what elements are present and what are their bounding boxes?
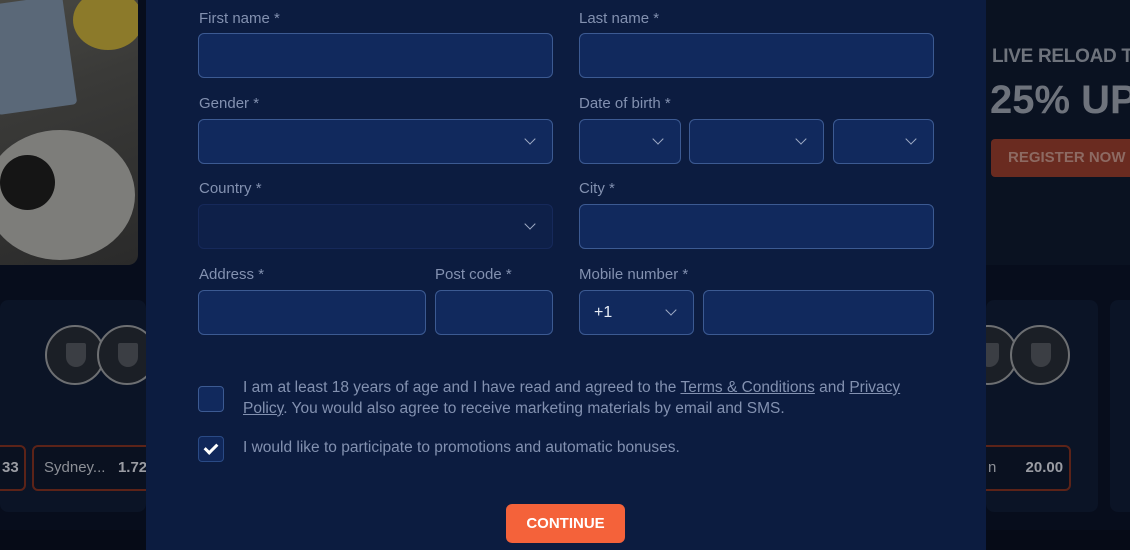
promo-panel (986, 0, 1130, 265)
country-select[interactable] (198, 204, 553, 249)
chevron-down-icon (652, 133, 664, 145)
post-code-input[interactable] (435, 290, 553, 335)
age-terms-checkbox[interactable] (198, 386, 224, 412)
city-label: City * (579, 180, 615, 197)
checkmark-icon (203, 440, 219, 455)
team-badge-icon (45, 325, 105, 385)
mobile-number-input[interactable] (703, 290, 934, 335)
post-code-label: Post code * (435, 266, 512, 283)
city-input[interactable] (579, 204, 934, 249)
chevron-down-icon (795, 133, 807, 145)
registration-modal: First name * Last name * Gender * Date o… (146, 0, 986, 550)
promotions-text: I would like to participate to promotion… (243, 439, 680, 456)
soccer-ball-patch (0, 155, 55, 210)
coin-graphic (73, 0, 138, 50)
chevron-down-icon (524, 133, 536, 145)
odds-button[interactable]: 33 (0, 445, 26, 491)
gender-label: Gender * (199, 95, 260, 112)
dob-month-select[interactable] (689, 119, 824, 164)
hero-image (0, 0, 138, 265)
chevron-down-icon (665, 304, 677, 316)
ticket-graphic (0, 0, 78, 116)
chevron-down-icon (524, 218, 536, 230)
register-now-button[interactable]: REGISTER NOW (991, 139, 1130, 177)
chevron-down-icon (905, 133, 917, 145)
dob-year-select[interactable] (833, 119, 934, 164)
mobile-number-label: Mobile number * (579, 266, 689, 283)
odds-button[interactable]: Sydney... 1.72 (32, 445, 152, 491)
first-name-input[interactable] (198, 33, 553, 78)
promotions-checkbox[interactable] (198, 436, 224, 462)
match-card-far-right (1110, 300, 1130, 512)
address-input[interactable] (198, 290, 426, 335)
dob-day-select[interactable] (579, 119, 681, 164)
odds-button[interactable]: n 20.00 (978, 445, 1071, 491)
team-badge-icon (1010, 325, 1070, 385)
phone-prefix-select[interactable]: +1 (579, 290, 694, 335)
phone-prefix-value: +1 (594, 303, 613, 321)
terms-link[interactable]: Terms & Conditions (680, 379, 814, 396)
last-name-input[interactable] (579, 33, 934, 78)
promo-title: LIVE RELOAD T (992, 46, 1130, 67)
last-name-label: Last name * (579, 10, 660, 27)
dob-label: Date of birth * (579, 95, 671, 112)
continue-button[interactable]: CONTINUE (506, 504, 625, 543)
gender-select[interactable] (198, 119, 553, 164)
age-terms-text: I am at least 18 years of age and I have… (243, 379, 901, 417)
address-label: Address * (199, 266, 265, 283)
first-name-label: First name * (199, 10, 280, 27)
promo-headline: 25% UP (990, 78, 1130, 122)
country-label: Country * (199, 180, 262, 197)
